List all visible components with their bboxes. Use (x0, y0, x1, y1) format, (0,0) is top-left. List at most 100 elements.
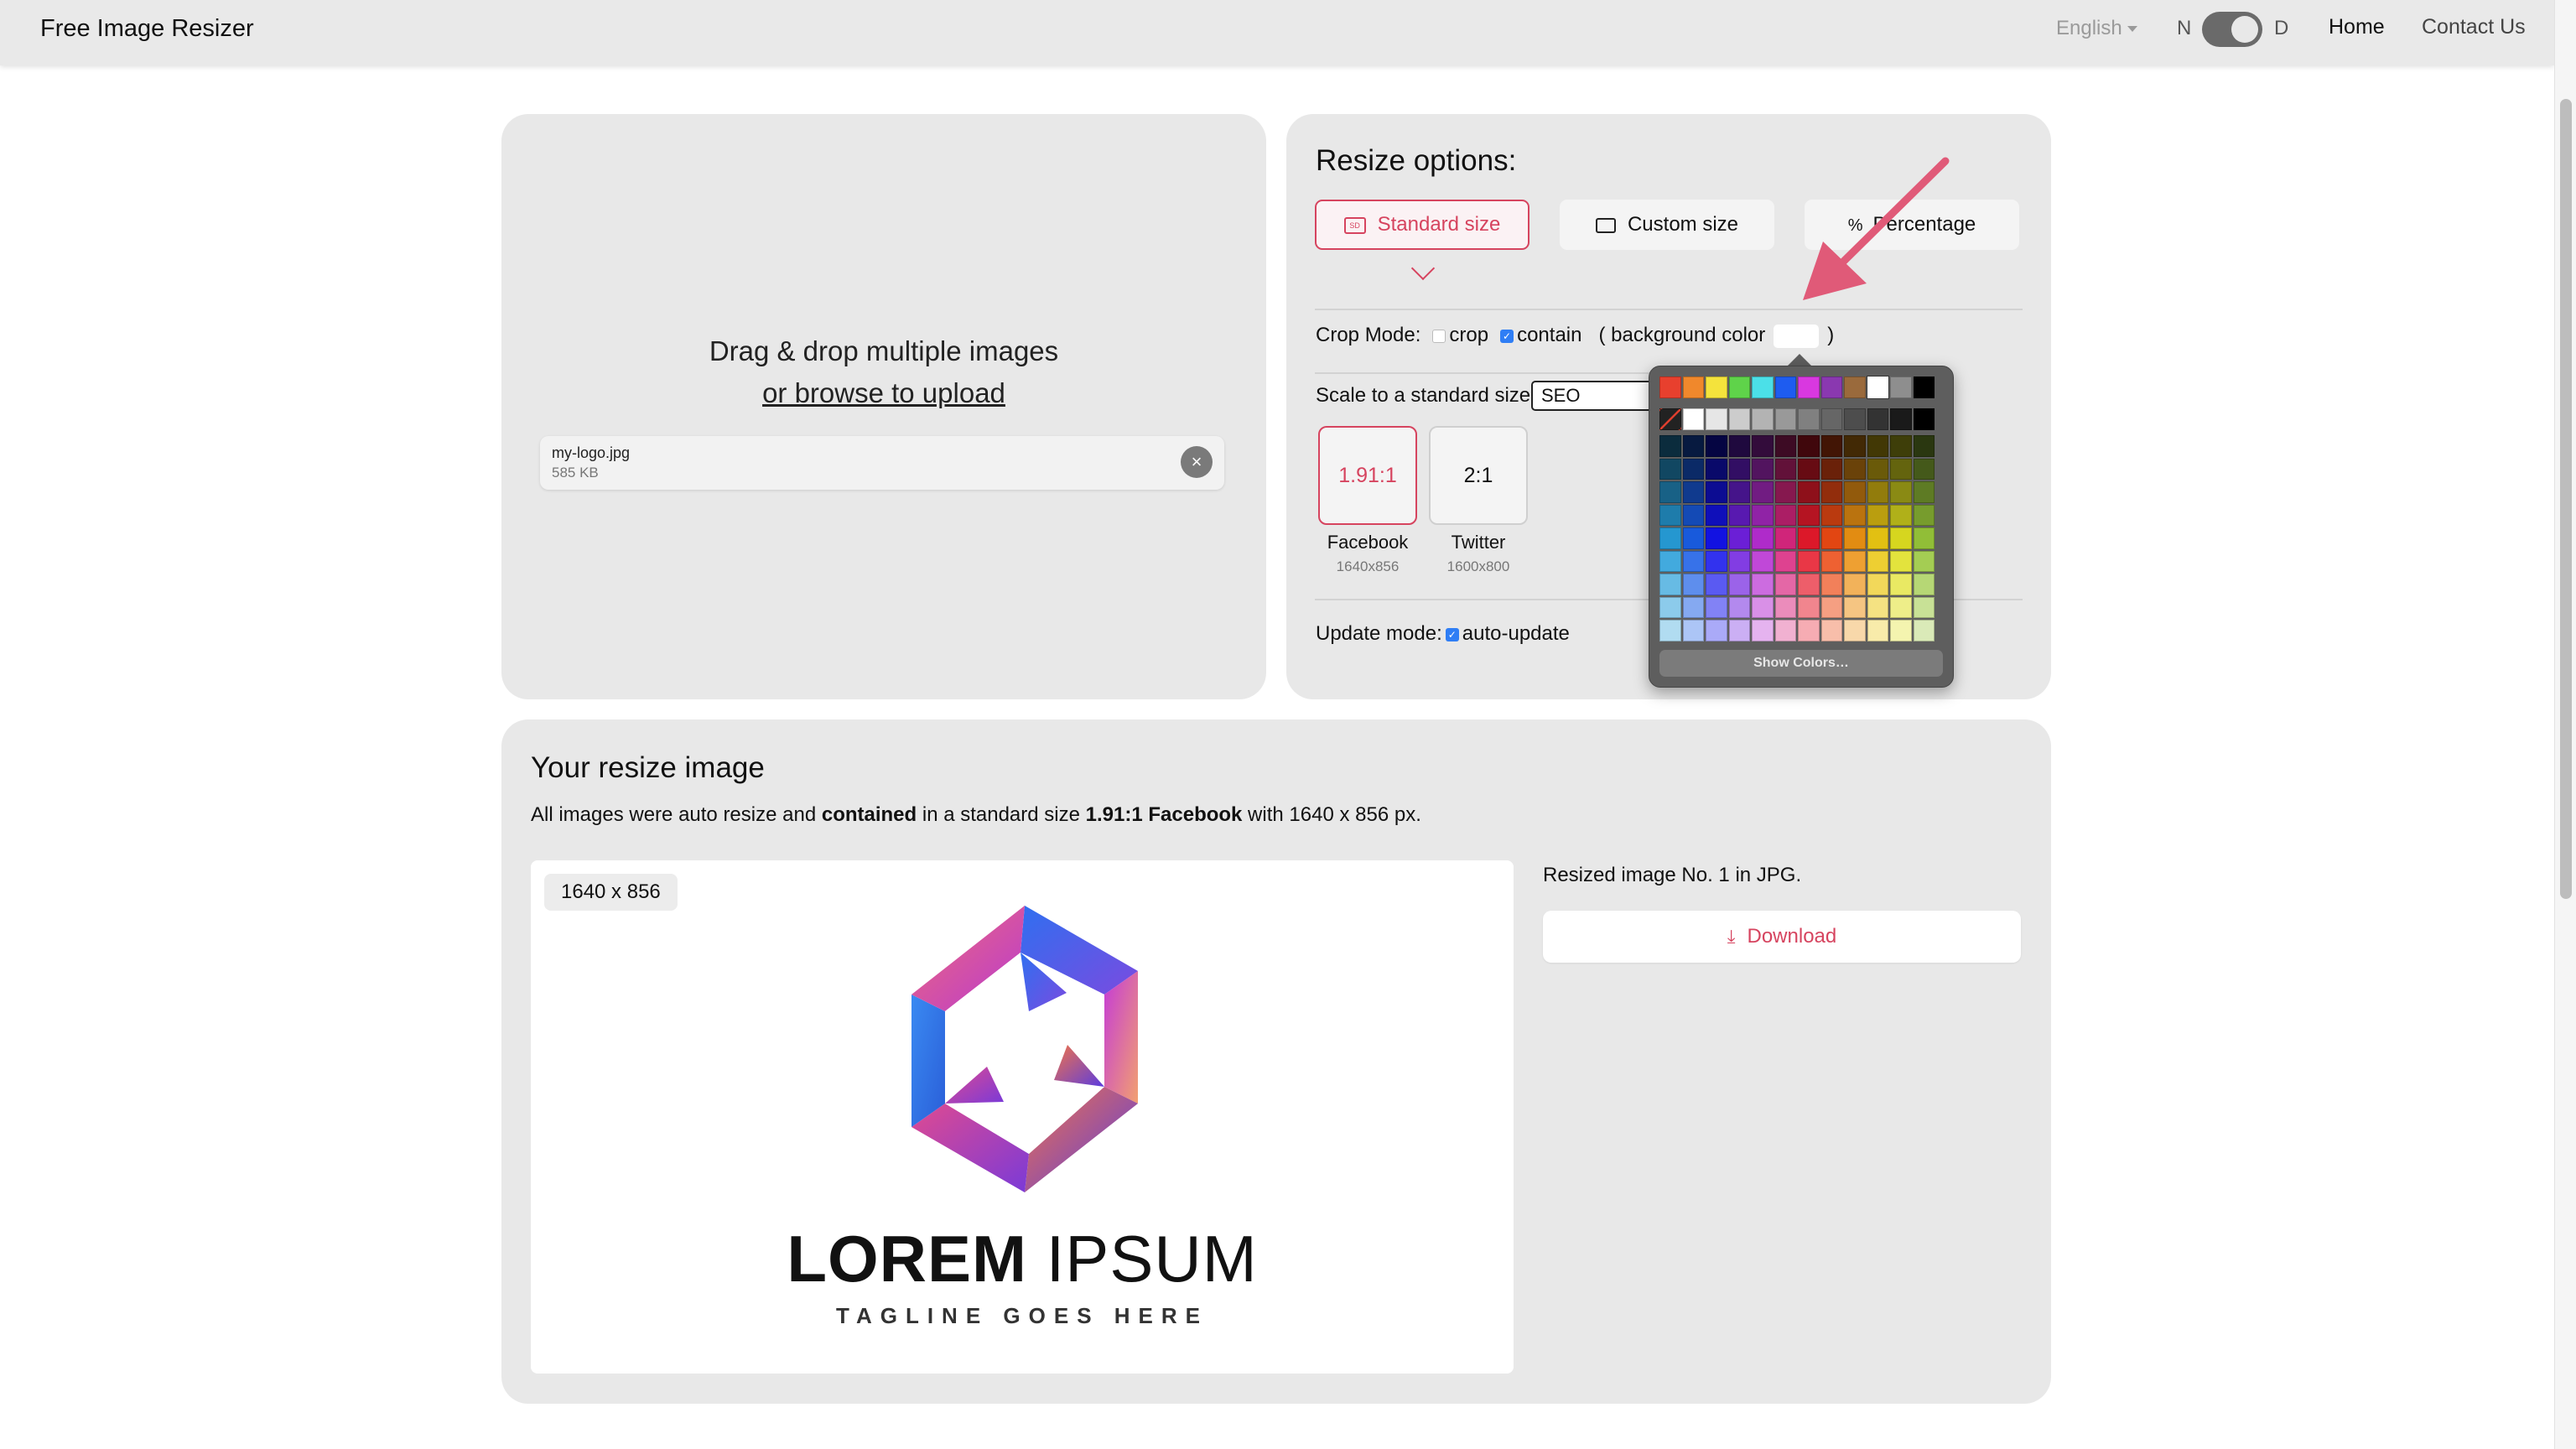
page-scrollbar[interactable] (2554, 0, 2576, 1449)
color-swatch[interactable] (1728, 458, 1750, 480)
color-swatch[interactable] (1913, 408, 1935, 430)
color-swatch[interactable] (1844, 620, 1866, 641)
color-swatch[interactable] (1798, 481, 1820, 503)
color-swatch[interactable] (1728, 527, 1750, 549)
color-swatch[interactable] (1706, 504, 1727, 526)
color-swatch[interactable] (1866, 376, 1889, 399)
color-swatch[interactable] (1913, 504, 1935, 526)
color-swatch[interactable] (1728, 435, 1750, 457)
color-swatch[interactable] (1913, 620, 1935, 641)
color-swatch[interactable] (1659, 596, 1681, 618)
color-swatch[interactable] (1890, 408, 1912, 430)
color-swatch[interactable] (1844, 458, 1866, 480)
color-swatch[interactable] (1820, 527, 1842, 549)
color-swatch[interactable] (1752, 527, 1774, 549)
color-swatch[interactable] (1844, 435, 1866, 457)
color-swatch[interactable] (1728, 504, 1750, 526)
color-swatch[interactable] (1820, 481, 1842, 503)
background-color-swatch[interactable] (1774, 324, 1820, 348)
color-swatch[interactable] (1706, 435, 1727, 457)
remove-file-icon[interactable]: × (1181, 446, 1213, 478)
nav-contact-link[interactable]: Contact Us (2422, 15, 2526, 39)
show-colors-button[interactable]: Show Colors… (1659, 650, 1943, 677)
color-swatch[interactable] (1728, 377, 1750, 398)
color-swatch[interactable] (1820, 504, 1842, 526)
color-swatch[interactable] (1913, 481, 1935, 503)
color-swatch[interactable] (1706, 481, 1727, 503)
color-swatch[interactable] (1844, 481, 1866, 503)
color-swatch[interactable] (1820, 377, 1842, 398)
color-swatch[interactable] (1820, 596, 1842, 618)
color-swatch[interactable] (1913, 550, 1935, 572)
color-swatch[interactable] (1682, 596, 1704, 618)
color-swatch[interactable] (1867, 504, 1888, 526)
language-dropdown[interactable]: English (2056, 17, 2137, 40)
color-swatch[interactable] (1706, 596, 1727, 618)
standard-size-select[interactable]: SEO (1531, 381, 1665, 411)
color-swatch[interactable] (1659, 435, 1681, 457)
color-swatch[interactable] (1890, 574, 1912, 595)
color-swatch[interactable] (1844, 504, 1866, 526)
color-swatch[interactable] (1890, 377, 1912, 398)
color-swatch[interactable] (1682, 481, 1704, 503)
color-swatch[interactable] (1913, 574, 1935, 595)
color-swatch[interactable] (1728, 574, 1750, 595)
color-swatch[interactable] (1659, 550, 1681, 572)
nav-home-link[interactable]: Home (2329, 15, 2385, 39)
color-swatch[interactable] (1913, 435, 1935, 457)
size-card-twitter[interactable]: 2:1 (1429, 426, 1528, 525)
theme-toggle[interactable] (2202, 12, 2262, 47)
color-swatch[interactable] (1867, 596, 1888, 618)
color-swatch[interactable] (1798, 408, 1820, 430)
color-swatch[interactable] (1774, 596, 1796, 618)
color-swatch[interactable] (1820, 435, 1842, 457)
color-swatch[interactable] (1774, 481, 1796, 503)
color-swatch[interactable] (1774, 435, 1796, 457)
color-swatch[interactable] (1706, 550, 1727, 572)
browse-link[interactable]: or browse to upload (501, 372, 1266, 414)
color-swatch[interactable] (1798, 574, 1820, 595)
contain-checkbox[interactable]: ✓ (1500, 329, 1514, 343)
color-swatch[interactable] (1706, 574, 1727, 595)
color-swatch[interactable] (1867, 458, 1888, 480)
download-button[interactable]: ⤓ Download (1543, 911, 2021, 963)
color-swatch[interactable] (1867, 481, 1888, 503)
color-swatch[interactable] (1798, 620, 1820, 641)
color-swatch[interactable] (1820, 408, 1842, 430)
color-swatch[interactable] (1867, 620, 1888, 641)
color-swatch[interactable] (1752, 504, 1774, 526)
color-swatch[interactable] (1682, 550, 1704, 572)
color-swatch[interactable] (1706, 408, 1727, 430)
crop-checkbox[interactable] (1432, 329, 1446, 343)
color-swatch[interactable] (1752, 550, 1774, 572)
color-swatch[interactable] (1728, 481, 1750, 503)
color-swatch[interactable] (1820, 550, 1842, 572)
color-swatch[interactable] (1798, 377, 1820, 398)
color-swatch[interactable] (1774, 458, 1796, 480)
color-swatch[interactable] (1659, 574, 1681, 595)
color-swatch[interactable] (1752, 481, 1774, 503)
color-swatch[interactable] (1820, 574, 1842, 595)
color-swatch[interactable] (1867, 527, 1888, 549)
color-swatch[interactable] (1774, 408, 1796, 430)
color-swatch[interactable] (1752, 458, 1774, 480)
color-swatch[interactable] (1820, 458, 1842, 480)
color-swatch[interactable] (1913, 596, 1935, 618)
color-swatch[interactable] (1798, 596, 1820, 618)
color-swatch[interactable] (1890, 481, 1912, 503)
color-swatch[interactable] (1659, 481, 1681, 503)
custom-size-button[interactable]: Custom size (1560, 200, 1774, 250)
color-swatch[interactable] (1752, 596, 1774, 618)
color-swatch[interactable] (1682, 408, 1704, 430)
color-swatch[interactable] (1844, 550, 1866, 572)
color-swatch[interactable] (1913, 527, 1935, 549)
color-swatch[interactable] (1798, 527, 1820, 549)
size-card-facebook[interactable]: 1.91:1 (1318, 426, 1417, 525)
color-swatch[interactable] (1752, 574, 1774, 595)
color-swatch[interactable] (1867, 435, 1888, 457)
color-swatch[interactable] (1659, 504, 1681, 526)
color-swatch[interactable] (1890, 620, 1912, 641)
color-swatch[interactable] (1774, 620, 1796, 641)
color-swatch[interactable] (1890, 527, 1912, 549)
color-swatch[interactable] (1844, 596, 1866, 618)
